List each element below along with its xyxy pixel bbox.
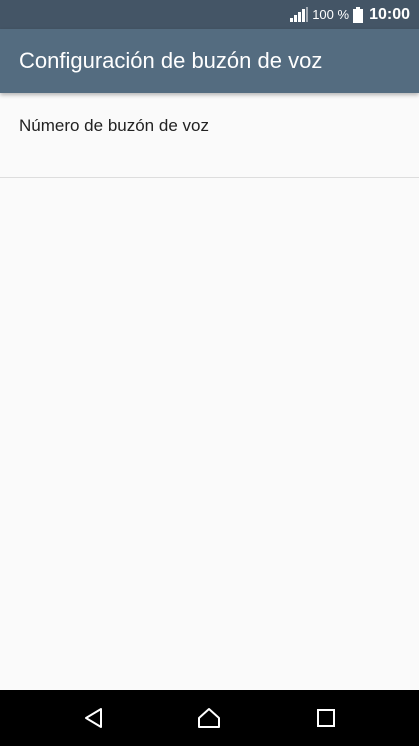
status-clock: 10:00	[369, 5, 410, 23]
app-bar: Configuración de buzón de voz	[0, 29, 419, 93]
status-indicators: 100 % 10:00	[290, 0, 410, 29]
back-icon[interactable]	[82, 706, 106, 730]
navigation-bar	[0, 690, 419, 746]
battery-percentage: 100 %	[312, 7, 350, 22]
home-icon[interactable]	[197, 706, 221, 730]
status-bar: 100 % 10:00	[0, 0, 419, 29]
signal-icon	[290, 7, 309, 22]
page-title: Configuración de buzón de voz	[19, 48, 323, 73]
settings-list: Número de buzón de voz	[0, 93, 419, 690]
voicemail-number-setting[interactable]: Número de buzón de voz	[0, 93, 419, 178]
recents-icon[interactable]	[314, 706, 338, 730]
battery-icon	[353, 6, 364, 23]
setting-label: Número de buzón de voz	[19, 116, 209, 135]
